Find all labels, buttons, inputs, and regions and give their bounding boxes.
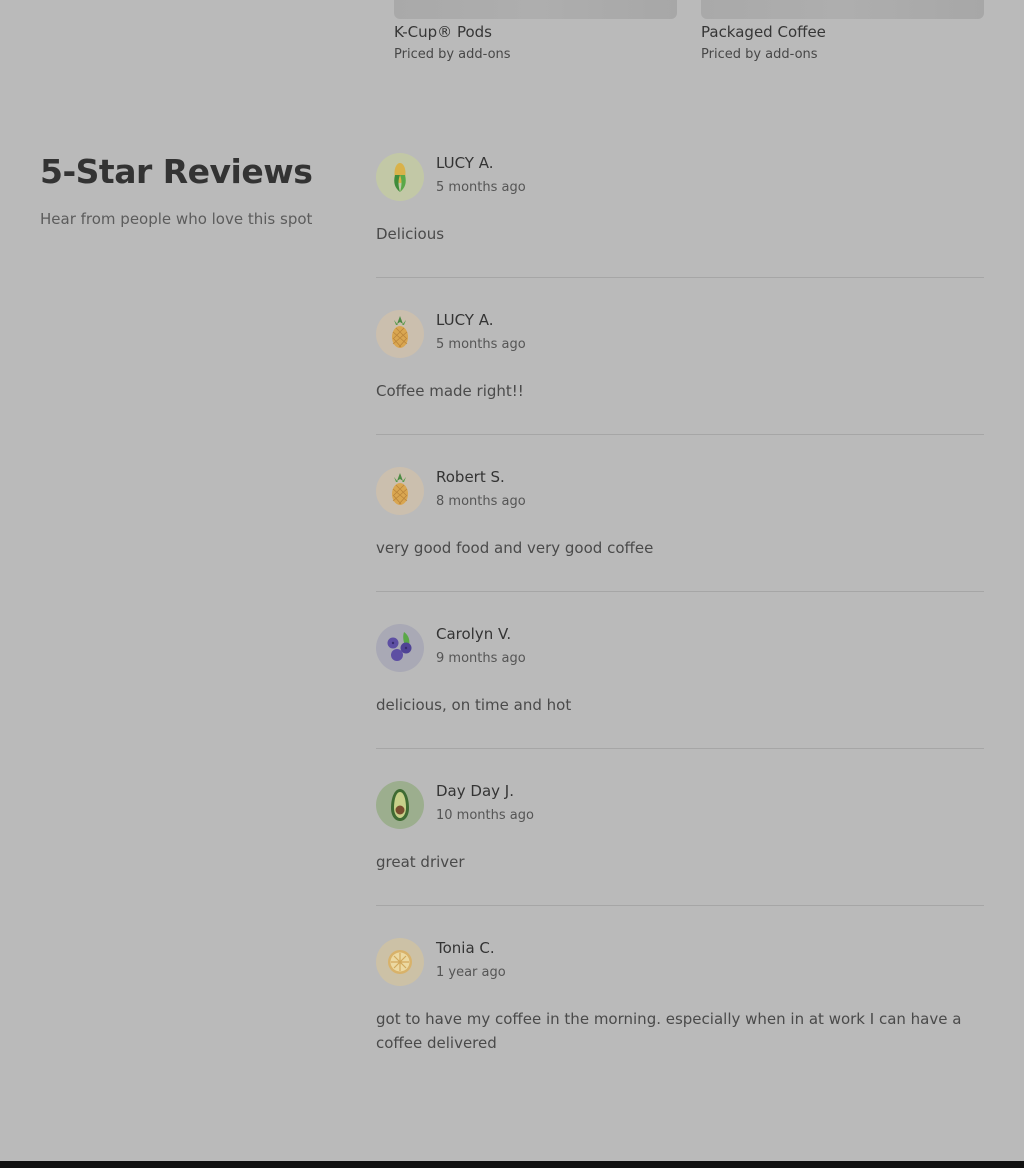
reviewer-name: Carolyn V.	[436, 625, 512, 643]
review-text: Coffee made right!!	[376, 382, 524, 400]
review-time: 1 year ago	[436, 965, 506, 980]
review-divider	[376, 748, 984, 749]
reviewer-name: Tonia C.	[436, 939, 495, 957]
product-card-kcup[interactable]: K-Cup® Pods Priced by add-ons	[394, 0, 677, 62]
product-image[interactable]	[701, 0, 984, 19]
corn-icon	[376, 153, 424, 201]
product-price: Priced by add-ons	[394, 47, 511, 62]
footer-bar	[0, 1161, 1024, 1168]
product-name: K-Cup® Pods	[394, 23, 492, 41]
reviewer-name: Day Day J.	[436, 782, 514, 800]
review-text: got to have my coffee in the morning. es…	[376, 1010, 962, 1052]
review-time: 5 months ago	[436, 337, 526, 352]
review-text: delicious, on time and hot	[376, 696, 572, 714]
reviewer-name: LUCY A.	[436, 154, 494, 172]
pineapple-icon	[376, 310, 424, 358]
product-image[interactable]	[394, 0, 677, 19]
review-divider	[376, 905, 984, 906]
review-time: 10 months ago	[436, 808, 534, 823]
reviewer-name: LUCY A.	[436, 311, 494, 329]
blueberries-icon	[376, 624, 424, 672]
pineapple-icon	[376, 467, 424, 515]
product-card-packaged-coffee[interactable]: Packaged Coffee Priced by add-ons	[701, 0, 984, 62]
review-time: 8 months ago	[436, 494, 526, 509]
reviews-subtitle: Hear from people who love this spot	[40, 210, 313, 228]
review-divider	[376, 277, 984, 278]
review-text: great driver	[376, 853, 465, 871]
lemon-icon	[376, 938, 424, 986]
avocado-icon	[376, 781, 424, 829]
product-price: Priced by add-ons	[701, 47, 818, 62]
reviewer-name: Robert S.	[436, 468, 505, 486]
review-divider	[376, 434, 984, 435]
review-text: Delicious	[376, 225, 445, 243]
review-time: 9 months ago	[436, 651, 526, 666]
review-divider	[376, 591, 984, 592]
product-name: Packaged Coffee	[701, 23, 826, 41]
review-text: very good food and very good coffee	[376, 539, 654, 557]
reviews-title: 5-Star Reviews	[40, 152, 313, 191]
review-time: 5 months ago	[436, 180, 526, 195]
